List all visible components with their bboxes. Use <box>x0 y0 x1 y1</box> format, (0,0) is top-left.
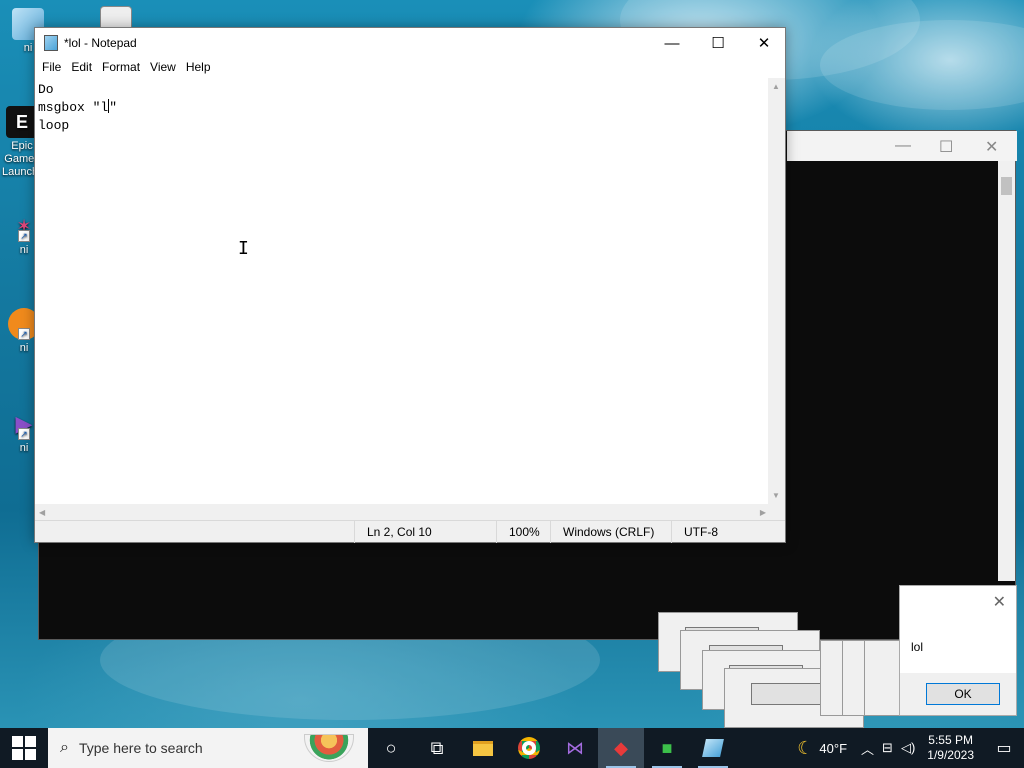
shortcut-arrow-icon: ↗ <box>18 328 30 340</box>
ok-button[interactable] <box>751 683 825 705</box>
close-button[interactable]: ✕ <box>741 28 787 58</box>
status-zoom: 100% <box>496 521 550 543</box>
moon-icon: ☾ <box>797 737 814 758</box>
shortcut-arrow-icon: ↗ <box>18 230 30 242</box>
search-placeholder: Type here to search <box>78 740 203 756</box>
weather-widget[interactable]: ☾ 40°F <box>797 738 847 759</box>
ok-button[interactable]: OK <box>926 683 1000 705</box>
menu-bar: File Edit Format View Help <box>35 58 785 78</box>
editor-line: msgbox "l" <box>38 99 767 117</box>
desktop: ni E Epic Games Launcher ✶ ↗ ni ↗ ni ▶ ↗… <box>0 0 1024 728</box>
text-editor[interactable]: Do msgbox "l" loop <box>35 78 770 504</box>
close-icon: ✕ <box>757 35 771 52</box>
notepad-icon[interactable] <box>690 728 736 768</box>
notepad-icon <box>44 35 58 51</box>
minimize-icon: — <box>664 34 680 52</box>
network-icon[interactable]: ⊟ <box>882 740 893 756</box>
menu-help[interactable]: Help <box>181 58 216 78</box>
cortana-icon[interactable]: ○ <box>368 728 414 768</box>
start-button[interactable] <box>0 728 48 768</box>
scrollbar-corner <box>768 504 785 521</box>
weather-temperature: 40°F <box>819 740 848 756</box>
ibeam-cursor-icon: I <box>238 238 249 259</box>
maximize-icon: ☐ <box>711 35 725 52</box>
system-tray: ☾ 40°F ︿ ⊟ ◁) 5:55 PM 1/9/2023 ▭ <box>797 728 1024 768</box>
window-title: *lol - Notepad <box>64 36 137 50</box>
clock-date: 1/9/2023 <box>927 748 974 762</box>
notepad-window[interactable]: *lol - Notepad — ☐ ✕ File Edit Format Vi… <box>34 27 786 543</box>
message-box-front[interactable]: ✕ lol OK <box>899 585 1017 716</box>
chrome-icon[interactable] <box>506 728 552 768</box>
message-box[interactable] <box>864 640 904 716</box>
scroll-down-icon[interactable]: ▼ <box>772 491 780 500</box>
task-view-icon[interactable]: ⧉ <box>414 728 460 768</box>
vertical-scrollbar[interactable]: ▲ ▼ <box>768 78 785 504</box>
minimize-button[interactable]: — <box>649 28 695 58</box>
maximize-button[interactable]: ☐ <box>695 28 741 58</box>
windows-logo-icon <box>12 736 36 760</box>
maximize-icon[interactable]: ☐ <box>939 137 953 157</box>
message-box-footer: OK <box>900 673 1016 715</box>
scrollbar-thumb[interactable] <box>1001 177 1012 195</box>
menu-file[interactable]: File <box>37 58 66 78</box>
minimize-icon[interactable]: — <box>895 137 911 155</box>
vertical-scrollbar[interactable] <box>998 161 1015 581</box>
volume-icon[interactable]: ◁) <box>901 740 915 756</box>
shortcut-arrow-icon: ↗ <box>18 428 30 440</box>
menu-format[interactable]: Format <box>97 58 145 78</box>
notification-icon[interactable]: ▭ <box>984 728 1024 768</box>
editor-line: Do <box>38 82 54 97</box>
status-encoding: UTF-8 <box>671 521 786 543</box>
chevron-up-icon[interactable]: ︿ <box>861 739 874 758</box>
titlebar[interactable]: *lol - Notepad — ☐ ✕ <box>35 28 785 58</box>
clock-time: 5:55 PM <box>928 733 973 747</box>
taskbar: ⌕ Type here to search ○ ⧉ ⋈ ◆ ■ ☾ 40°F ︿… <box>0 728 1024 768</box>
status-position: Ln 2, Col 10 <box>354 521 496 543</box>
editor-line: loop <box>38 118 70 133</box>
search-icon: ⌕ <box>60 739 69 756</box>
close-icon[interactable]: ✕ <box>985 137 998 157</box>
editor-text: msgbox "l <box>38 100 109 115</box>
scroll-left-icon[interactable]: ◀ <box>39 508 45 517</box>
search-highlight-icon[interactable] <box>304 734 354 762</box>
app-icon[interactable]: ■ <box>644 728 690 768</box>
taskbar-search[interactable]: ⌕ Type here to search <box>48 728 368 768</box>
app-icon[interactable]: ◆ <box>598 728 644 768</box>
horizontal-scrollbar[interactable]: ◀ ▶ <box>35 504 770 521</box>
menu-edit[interactable]: Edit <box>66 58 97 78</box>
visual-studio-icon[interactable]: ⋈ <box>552 728 598 768</box>
status-bar: Ln 2, Col 10 100% Windows (CRLF) UTF-8 <box>35 520 786 543</box>
editor-text: " <box>109 100 118 115</box>
status-line-ending: Windows (CRLF) <box>550 521 671 543</box>
file-explorer-icon[interactable] <box>460 728 506 768</box>
message-text: lol <box>911 640 924 654</box>
scroll-up-icon[interactable]: ▲ <box>772 82 780 91</box>
clock[interactable]: 5:55 PM 1/9/2023 <box>927 733 974 763</box>
close-icon[interactable]: ✕ <box>993 592 1006 612</box>
scroll-right-icon[interactable]: ▶ <box>760 508 766 517</box>
menu-view[interactable]: View <box>145 58 181 78</box>
background-window-titlebar[interactable]: — ☐ ✕ <box>787 131 1017 161</box>
